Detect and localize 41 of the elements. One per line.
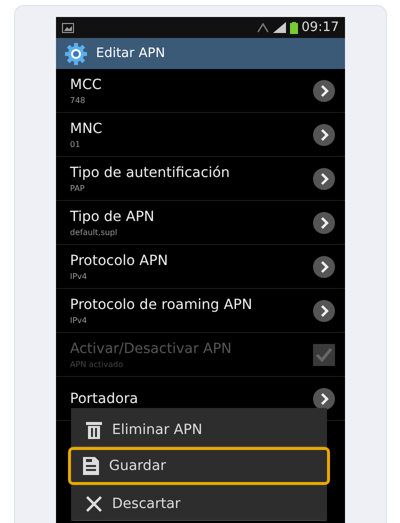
signal-icon (272, 22, 286, 33)
settings-item[interactable]: Protocolo de roaming APN IPv4 (56, 289, 345, 333)
setting-title: Tipo de APN (70, 208, 156, 224)
setting-value: IPv4 (70, 272, 88, 280)
setting-value: 748 (70, 96, 86, 104)
chevron-icon (313, 80, 335, 102)
settings-item[interactable]: Protocolo APN IPv4 (56, 245, 345, 289)
setting-title: Portadora (70, 390, 140, 406)
menu-item[interactable]: Guardar (68, 447, 330, 485)
setting-title: Tipo de autentificación (70, 164, 231, 180)
setting-value: APN activado (70, 360, 124, 368)
chevron-icon (313, 124, 335, 146)
settings-item[interactable]: MNC 01 (56, 113, 345, 157)
screen-title: Editar APN (96, 46, 166, 61)
status-time: 09:17 (302, 20, 339, 35)
setting-title: MNC (70, 120, 104, 136)
setting-title: MCC (70, 76, 103, 92)
setting-title: Activar/Desactivar APN (70, 340, 233, 356)
settings-icon (64, 42, 88, 66)
settings-item[interactable]: MCC 748 (56, 69, 345, 113)
chevron-icon (313, 168, 335, 190)
setting-value: 01 (70, 140, 82, 148)
setting-value: PAP (70, 184, 86, 192)
trash-icon (86, 421, 102, 439)
image-icon (62, 22, 74, 32)
setting-title: Protocolo de roaming APN (70, 296, 254, 312)
setting-title: Protocolo APN (70, 252, 169, 268)
setting-value: default,supl (70, 228, 118, 236)
network-icon (256, 22, 269, 32)
chevron-icon (313, 212, 335, 234)
settings-item[interactable]: Tipo de APN default,supl (56, 201, 345, 245)
save-icon (83, 457, 99, 475)
setting-value: IPv4 (70, 316, 88, 324)
close-icon (86, 496, 102, 512)
menu-item[interactable]: Descartar (71, 485, 327, 521)
chevron-icon (313, 300, 335, 322)
chevron-icon (313, 388, 335, 410)
menu-item[interactable]: Eliminar APN (71, 411, 327, 447)
battery-icon (290, 22, 298, 34)
settings-item[interactable]: Tipo de autentificación PAP (56, 157, 345, 201)
chevron-icon (313, 256, 335, 278)
